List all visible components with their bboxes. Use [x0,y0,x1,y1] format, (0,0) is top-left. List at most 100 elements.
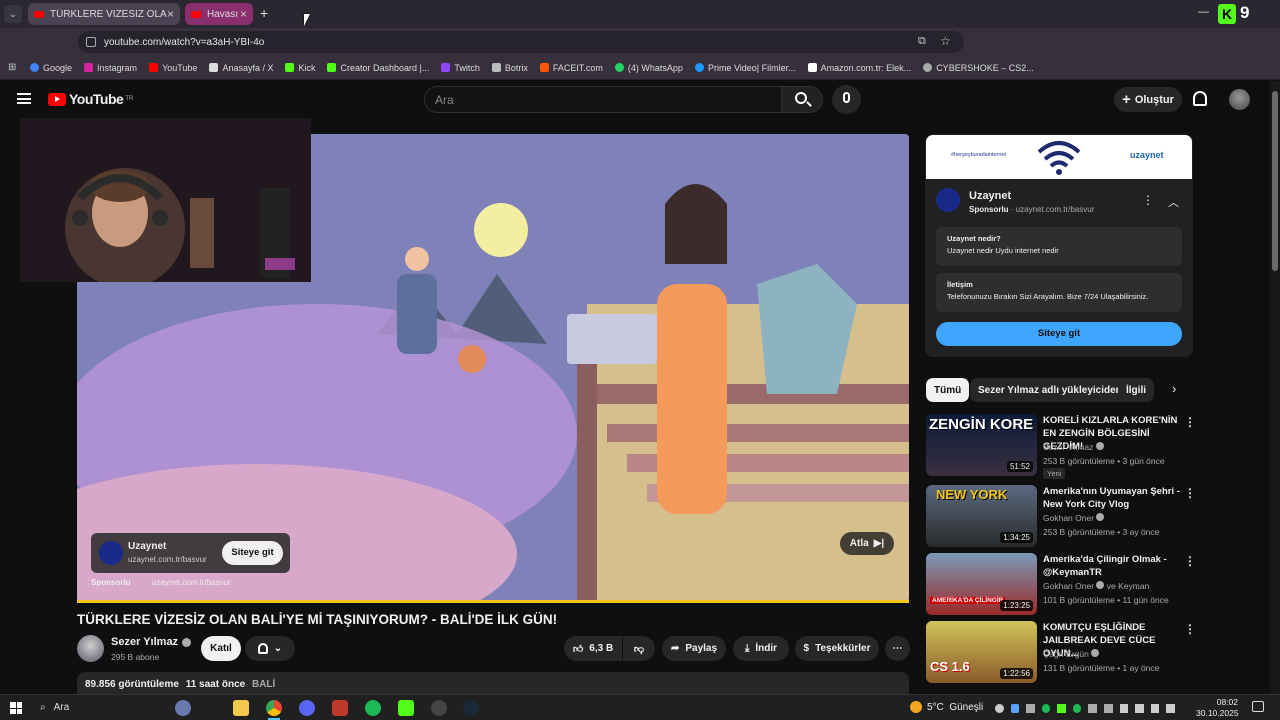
ad-banner[interactable]: #herşeyburadainternet uzaynet [926,135,1192,179]
sponsored-label: Sponsorlu [91,578,131,587]
search-button[interactable] [781,86,823,113]
notification-icon[interactable] [1252,701,1264,712]
sun-icon [910,701,922,713]
system-tray-icons[interactable] [995,701,1175,715]
verified-icon [1091,649,1100,657]
clock[interactable]: 08:02 30.10.2025 [1196,697,1239,719]
close-tab-icon[interactable]: × [240,7,247,21]
tab-list-button[interactable]: ⌄ [4,5,22,23]
region-code: TR [125,96,134,102]
video-thumbnail[interactable]: CS 1.6 1:22:56 [926,621,1037,683]
page-scrollbar[interactable] [1270,81,1280,694]
minimize-button[interactable]: — [1198,6,1209,18]
more-options-icon[interactable]: ⋮ [1184,622,1196,636]
bookmark-cybershoke[interactable]: CYBERSHOKE – CS2... [923,63,1034,73]
address-bar[interactable]: youtube.com/watch?v=a3aH-YBI-4o ⧉ ☆ [78,31,964,53]
chips-next-chevron-icon[interactable]: › [1172,381,1176,396]
close-tab-icon[interactable]: × [167,7,174,21]
ad-progress-bar[interactable] [77,600,909,603]
chip-all[interactable]: Tümü [926,378,970,402]
bookmark-star-icon[interactable]: ☆ [940,34,951,48]
companion-ad-panel[interactable]: #herşeyburadainternet uzaynet Uzaynet Sp… [925,134,1193,357]
bookmark-prime-video[interactable]: Prime Video| Filmler... [694,63,796,73]
recommendation-channel: Gokhan Oner ve Keyman [1043,581,1150,591]
recommendation-item[interactable]: NEW YORK 1:34:25 Amerika'nın Uyumayan Şe… [926,485,1196,549]
bookmark-x[interactable]: Anasayfa / X [209,63,273,73]
like-button[interactable]: 👍︎ 6,3 B [564,636,622,661]
taskbar-search[interactable]: ⌕ Ara [32,697,168,718]
advertiser-logo [99,541,123,565]
bookmark-instagram[interactable]: Instagram [84,63,137,73]
faq-item[interactable]: Uzaynet nedir? Uzaynet nedir Uydu intern… [936,227,1182,266]
notifications-bell-icon[interactable] [1193,91,1207,106]
chrome-icon[interactable] [266,700,282,716]
ad-overlay-card[interactable]: Uzaynet uzaynet.com.tr/basvur Siteye git [91,533,290,573]
cast-icon[interactable]: ⧉ [918,35,926,48]
bookmark-creator-dashboard[interactable]: Creator Dashboard |... [327,63,429,73]
site-info-icon[interactable] [86,37,96,47]
bookmark-whatsapp[interactable]: (4) WhatsApp [614,63,683,73]
youtube-wordmark: YouTube [69,91,124,107]
bookmark-faceit[interactable]: FACEIT.com [539,63,603,73]
weather-widget[interactable]: 5°C Güneşli [910,701,983,713]
ad-cta-button[interactable]: Siteye git [222,541,283,565]
windows-start-icon[interactable] [10,702,22,714]
hamburger-menu-icon[interactable] [17,93,31,104]
create-button[interactable]: + Oluştur [1114,87,1182,112]
discord-icon[interactable] [299,700,315,716]
description-box[interactable]: 89.856 görüntüleme 11 saat önce BALİ [77,672,909,694]
bookmark-botrix[interactable]: Botrix [491,63,528,73]
more-options-icon[interactable]: ⋮ [1184,554,1196,568]
thanks-button[interactable]: $ Teşekkürler [795,636,879,661]
ad-menu-icon[interactable]: ⋮ [1142,193,1154,207]
app-icon[interactable] [332,700,348,716]
bookmark-kick[interactable]: Kick [285,63,315,73]
youtube-logo[interactable]: YouTube TR [48,91,133,107]
browser-toolbar: ← → ↻ youtube.com/watch?v=a3aH-YBI-4o ⧉ … [0,28,1280,76]
more-options-icon[interactable]: ⋮ [1184,415,1196,429]
ad-cta-button[interactable]: Siteye git [936,322,1182,346]
join-button[interactable]: Katıl [201,636,241,661]
faq-item[interactable]: İletişim Telefonunuzu Bırakın Sizi Araya… [936,273,1182,312]
video-thumbnail[interactable]: ZENGİN KORE 51:52 [926,414,1037,476]
video-thumbnail[interactable]: AMERİKA'DA ÇİLİNGİR 1:23:25 [926,553,1037,615]
youtube-header: YouTube TR Ara + Oluştur [0,81,1270,119]
chip-from-uploader[interactable]: Sezer Yılmaz adlı yükleyiciden [970,378,1130,402]
skip-ad-button[interactable]: Atla ▶| [840,532,894,555]
clock-date: 30.10.2025 [1196,708,1239,718]
bookmark-google[interactable]: Google [30,63,72,73]
collapse-chevron-icon[interactable]: ︿ [1168,194,1179,210]
recommendation-item[interactable]: ZENGİN KORE 51:52 KORELİ KIZLARLA KORE'N… [926,414,1196,479]
recommendation-item[interactable]: CS 1.6 1:22:56 KOMUTÇU EŞLİĞİNDE JAILBRE… [926,621,1196,685]
channel-avatar[interactable] [77,635,104,662]
faq-answer: Uzaynet nedir Uydu internet nedir [947,246,1059,255]
video-thumbnail[interactable]: NEW YORK 1:34:25 [926,485,1037,547]
chip-related[interactable]: İlgili [1118,378,1154,402]
widget-icon[interactable] [175,700,191,716]
dislike-button[interactable]: 👎︎ [623,636,655,661]
account-avatar[interactable] [1229,89,1250,110]
profile-k-icon[interactable]: K [1218,4,1236,24]
obs-icon[interactable] [431,700,447,716]
streaming-app-icon[interactable] [398,700,414,716]
voice-search-button[interactable] [832,85,861,114]
recommendation-item[interactable]: AMERİKA'DA ÇİLİNGİR 1:23:25 Amerika'da Ç… [926,553,1196,617]
bookmark-youtube[interactable]: YouTube [149,63,197,73]
channel-name[interactable]: Sezer Yılmaz [111,636,192,648]
bookmark-twitch[interactable]: Twitch [441,63,480,73]
bookmark-amazon[interactable]: Amazon.com.tr: Elek... [807,63,911,73]
apps-grid-icon[interactable]: ⊞ [8,62,16,73]
tab-inactive[interactable]: Havası × [185,3,253,25]
more-options-icon[interactable]: ⋮ [1184,486,1196,500]
tab-active[interactable]: TÜRKLERE VİZESİZ OLAN BALİ'Y × [28,3,180,25]
search-input[interactable]: Ara [424,86,782,113]
download-button[interactable]: ⤓ İndir [733,636,789,661]
more-actions-button[interactable]: ⋯ [885,636,910,661]
explorer-icon[interactable] [233,700,249,716]
subscribed-bell-button[interactable]: ⌄ [245,636,295,661]
sponsored-url[interactable]: uzaynet.com.tr/basvur [152,578,231,587]
spotify-icon[interactable] [365,700,381,716]
steam-icon[interactable] [463,700,479,716]
new-tab-button[interactable]: + [260,5,268,21]
share-button[interactable]: ➦ Paylaş [662,636,726,661]
